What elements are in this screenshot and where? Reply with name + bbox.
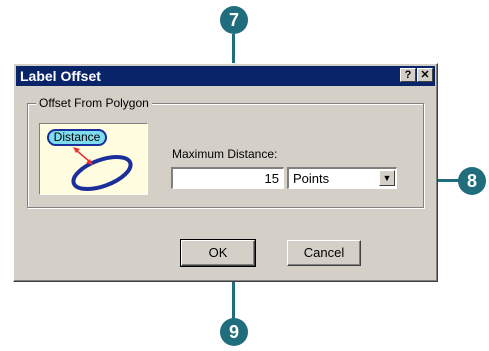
title-bar: Label Offset ? ✕ [16,66,435,86]
help-button[interactable]: ? [400,68,416,82]
dialog-title: Label Offset [20,68,101,84]
close-button[interactable]: ✕ [417,68,433,82]
offset-arrow [75,149,91,163]
polygon-shape [71,155,133,191]
callout-8: 8 [458,167,486,195]
cancel-button[interactable]: Cancel [287,240,361,266]
units-select[interactable]: Points ▼ [287,167,397,189]
callout-9: 9 [220,318,248,346]
dropdown-arrow-icon[interactable]: ▼ [379,170,395,186]
callout-7: 7 [220,6,248,34]
ok-button[interactable]: OK [180,239,256,267]
offset-preview: Distance [39,123,148,195]
groupbox-label: Offset From Polygon [36,95,152,111]
distance-label-sample: Distance [47,129,107,146]
max-distance-label: Maximum Distance: [172,147,278,161]
units-value: Points [293,171,330,186]
max-distance-input[interactable] [171,167,284,189]
label-offset-dialog: Label Offset ? ✕ Offset From Polygon Dis… [13,63,438,282]
